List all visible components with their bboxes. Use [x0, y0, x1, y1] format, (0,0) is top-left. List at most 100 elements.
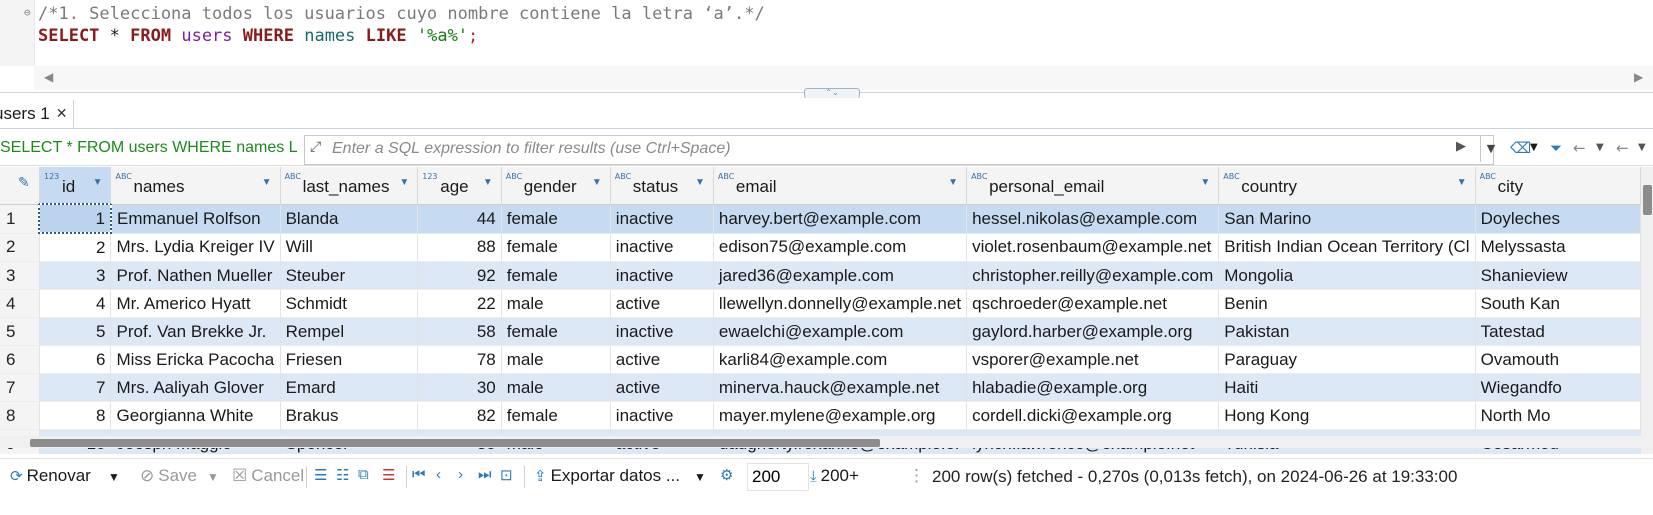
cell-country[interactable]: Pakistan [1218, 317, 1476, 346]
cell-country[interactable]: Paraguay [1218, 345, 1476, 374]
cell-last-names[interactable]: Emard [280, 373, 419, 402]
cell-email[interactable]: mayer.mylene@example.org [713, 401, 968, 430]
cell-last-names[interactable]: Friesen [280, 345, 419, 374]
row-number[interactable]: 8 [0, 401, 40, 430]
column-header-country[interactable]: ABC country ▼ [1218, 167, 1476, 205]
scroll-left-icon[interactable]: ◀ [44, 70, 53, 84]
cell-country[interactable]: Benin [1218, 289, 1476, 318]
cell-country[interactable]: Haiti [1218, 373, 1476, 402]
cell-personal-email[interactable]: violet.rosenbaum@example.net [966, 233, 1220, 262]
cell-status[interactable]: inactive [610, 317, 714, 346]
cell-age[interactable]: 58 [417, 317, 502, 346]
cell-id[interactable]: 6 [39, 345, 112, 374]
cell-status[interactable]: active [610, 373, 714, 402]
horizontal-scroll-thumb[interactable] [30, 439, 880, 447]
cell-gender[interactable]: female [501, 261, 611, 290]
back-arrow-icon[interactable]: ← [1573, 139, 1586, 157]
column-header-city[interactable]: ABC city [1475, 167, 1641, 205]
cell-gender[interactable]: female [501, 204, 611, 234]
cell-id[interactable]: 2 [39, 233, 112, 262]
cell-last-names[interactable]: Rempel [280, 317, 419, 346]
current-row-icon[interactable]: ⊡ [500, 466, 513, 484]
table-row[interactable]: 8 8 Georgianna White Brakus 82 female inactive… [0, 401, 1641, 430]
cell-id[interactable]: 3 [39, 261, 112, 290]
table-row[interactable]: 2 2 Mrs. Lydia Kreiger IV Will 88 female inact… [0, 233, 1641, 262]
save-dropdown-chevron-down-icon[interactable]: ▼ [207, 470, 219, 484]
cell-id[interactable]: 7 [39, 373, 112, 402]
cell-email[interactable]: edison75@example.com [713, 233, 968, 262]
refresh-dropdown-chevron-down-icon[interactable]: ▼ [108, 470, 120, 484]
forward-arrow-icon[interactable]: ← [1616, 139, 1629, 157]
edit-row-icon[interactable]: ☰ [314, 466, 327, 484]
query-preview[interactable]: SELECT * FROM users WHERE names L [0, 139, 298, 157]
column-header-email[interactable]: ABC email ▼ [713, 167, 968, 205]
row-number[interactable]: 1 [0, 204, 40, 234]
results-grid[interactable]: ✎ 123 id ▼ ABC names ▼ ABC last_names ▼ 123 age… [0, 167, 1641, 454]
vertical-scroll-thumb[interactable] [1643, 185, 1652, 215]
cell-age[interactable]: 30 [417, 373, 502, 402]
row-number[interactable]: 6 [0, 345, 40, 374]
eraser-icon[interactable]: ⌫ [1510, 139, 1531, 157]
first-page-icon[interactable]: ⏮ [412, 466, 426, 483]
cell-last-names[interactable]: Schmidt [280, 289, 419, 318]
cell-status[interactable]: inactive [610, 233, 714, 262]
cell-last-names[interactable]: Steuber [280, 261, 419, 290]
cell-country[interactable]: San Marino [1218, 204, 1476, 234]
cancel-button[interactable]: ☒ Cancel [232, 466, 304, 486]
delete-row-icon[interactable]: ☰ [382, 466, 395, 484]
cell-age[interactable]: 88 [417, 233, 502, 262]
cell-city[interactable]: South Kan [1475, 289, 1641, 318]
cell-email[interactable]: jared36@example.com [713, 261, 968, 290]
row-number[interactable]: 3 [0, 261, 40, 290]
cell-last-names[interactable]: Will [280, 233, 419, 262]
cell-gender[interactable]: female [501, 233, 611, 262]
table-row[interactable]: 1 1 Emmanuel Rolfson Blanda 44 female inactive… [0, 203, 1641, 234]
save-button[interactable]: ⊘ Save [140, 466, 197, 486]
table-row[interactable]: 5 5 Prof. Van Brekke Jr. Rempel 58 female inac… [0, 317, 1641, 346]
grid-corner[interactable]: ✎ [0, 167, 40, 205]
sort-icon[interactable]: ▼ [262, 177, 272, 188]
cell-age[interactable]: 44 [417, 204, 502, 234]
cell-gender[interactable]: female [501, 401, 611, 430]
cell-city[interactable]: Melyssasta [1475, 233, 1641, 262]
column-header-personal-email[interactable]: ABC personal_email ▼ [966, 167, 1220, 205]
sort-icon[interactable]: ▼ [399, 177, 409, 188]
cell-id[interactable]: 5 [39, 317, 112, 346]
filter-input[interactable] [330, 136, 1454, 162]
column-header-age[interactable]: 123 age ▼ [417, 167, 502, 205]
cell-city[interactable]: Doyleches [1475, 204, 1641, 234]
sort-icon[interactable]: ▼ [592, 177, 602, 188]
cell-personal-email[interactable]: cordell.dicki@example.org [966, 401, 1220, 430]
fold-toggle-icon[interactable]: ⊖ [24, 6, 31, 19]
row-number[interactable]: 5 [0, 317, 40, 346]
cell-email[interactable]: harvey.bert@example.com [713, 204, 968, 234]
cell-last-names[interactable]: Brakus [280, 401, 419, 430]
filter-history-dropdown[interactable]: ▼ [1480, 136, 1501, 162]
column-header-gender[interactable]: ABC gender ▼ [501, 167, 611, 205]
last-page-icon[interactable]: ⏭ [478, 466, 492, 483]
cell-last-names[interactable]: Blanda [280, 204, 419, 234]
column-header-id[interactable]: 123 id ▼ [39, 167, 112, 205]
cell-names[interactable]: Emmanuel Rolfson [110, 204, 281, 234]
cell-names[interactable]: Prof. Van Brekke Jr. [110, 317, 281, 346]
fetch-size-input[interactable] [747, 463, 809, 491]
cell-names[interactable]: Prof. Nathen Mueller [110, 261, 281, 290]
cell-country[interactable]: Mongolia [1218, 261, 1476, 290]
chevron-down-icon[interactable]: ▼ [1596, 142, 1604, 153]
cell-gender[interactable]: male [501, 373, 611, 402]
table-row[interactable]: 6 6 Miss Ericka Pacocha Friesen 78 male active… [0, 345, 1641, 374]
column-header-status[interactable]: ABC status ▼ [610, 167, 714, 205]
cell-country[interactable]: British Indian Ocean Territory (Cl [1218, 233, 1476, 262]
cell-names[interactable]: Miss Ericka Pacocha [110, 345, 281, 374]
cell-gender[interactable]: female [501, 317, 611, 346]
cell-names[interactable]: Mrs. Aaliyah Glover [110, 373, 281, 402]
filter-icon[interactable]: ⏷ [1550, 139, 1562, 157]
export-data-button[interactable]: ⇪ Exportar datos ... [534, 466, 680, 486]
sort-icon[interactable]: ▼ [1200, 177, 1210, 188]
cell-gender[interactable]: male [501, 289, 611, 318]
cell-status[interactable]: active [610, 345, 714, 374]
cell-id[interactable]: 8 [39, 401, 112, 430]
cell-age[interactable]: 78 [417, 345, 502, 374]
sort-icon[interactable]: ▼ [948, 177, 958, 188]
chevron-down-icon[interactable]: ▼ [1530, 142, 1538, 153]
